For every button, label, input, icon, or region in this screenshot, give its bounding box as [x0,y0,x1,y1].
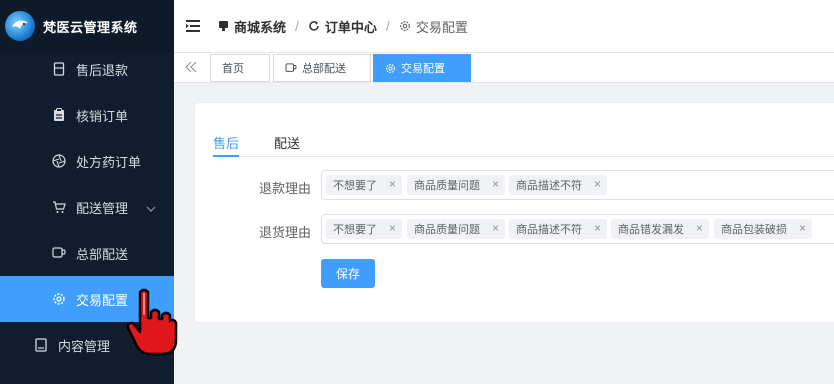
tag-text: 不想要了 [333,224,377,236]
tag-text: 商品描述不符 [516,180,582,192]
tag-text: 商品错发漏发 [618,224,684,236]
sidebar-item-label: 配送管理 [76,200,129,216]
return-reason-tag: 不想要了 × [326,219,402,239]
shop-icon [218,20,229,32]
tag-transaction-config[interactable]: 交易配置 [373,54,471,82]
menu-fold-icon[interactable] [186,20,200,32]
tab-divider [213,156,834,157]
close-icon[interactable]: × [389,177,396,191]
breadcrumb-label: 交易配置 [415,19,468,35]
refund-reason-tag: 商品质量问题 × [407,175,505,195]
double-chevron-left-icon[interactable] [184,59,198,75]
close-icon[interactable]: × [799,221,806,235]
tag-text: 商品质量问题 [414,180,480,192]
cup-icon [285,63,297,73]
tag-text: 商品包装破损 [721,224,787,236]
close-icon[interactable]: × [594,177,601,191]
logo: 梵医云管理系统 [0,0,174,52]
breadcrumb-item-shop-system[interactable]: 商城系统 [218,17,286,36]
tag-label: 交易配置 [401,63,445,75]
tag-text: 商品描述不符 [516,224,582,236]
return-reason-label: 退货理由 [259,225,312,240]
hand-pointer-icon [126,288,178,356]
breadcrumb-label: 订单中心 [324,19,377,35]
sidebar-item-after-sales-refund[interactable]: 售后退款 [0,46,174,92]
close-icon[interactable]: × [594,221,601,235]
sidebar-item-label: 总部配送 [76,246,129,262]
app-title: 梵医云管理系统 [43,19,138,35]
tag-hq-delivery[interactable]: 总部配送 [273,54,371,82]
breadcrumb-separator: / [295,18,299,34]
breadcrumb-item-order-center[interactable]: 订单中心 [308,17,377,36]
tag-home[interactable]: 首页 [210,54,270,82]
tab-after-sales[interactable]: 售后 [213,133,239,152]
sidebar-item-label: 处方药订单 [76,154,142,170]
refund-reason-tag: 不想要了 × [326,175,402,195]
aperture-icon [52,154,66,168]
tags-view: 首页 总部配送 交易配置 [174,53,834,83]
sidebar-item-label: 交易配置 [76,292,129,308]
close-icon[interactable]: × [696,221,703,235]
save-button[interactable]: 保存 [321,259,375,288]
breadcrumb-label: 商城系统 [234,19,287,35]
return-reason-tag: 商品包装破损 × [714,219,812,239]
chevron-down-icon [146,201,156,216]
gear-icon [399,20,411,32]
refresh-icon [308,20,320,32]
config-card: 售后 配送 退款理由 不想要了 × 商品质量问题 × 商品描述不符 × 退货理由 不想… [194,102,834,323]
return-reason-tag: 商品错发漏发 × [611,219,709,239]
gear-icon [385,63,396,74]
return-reason-select[interactable]: 不想要了 × 商品质量问题 × 商品描述不符 × 商品错发漏发 × 商品包装破损 × [321,214,834,244]
sidebar-item-delivery-management[interactable]: 配送管理 [0,184,174,230]
cup-icon [52,246,66,260]
sidebar-item-label: 售后退款 [76,62,129,78]
return-reason-tag: 商品质量问题 × [407,219,505,239]
top-header: 商城系统 / 订单中心 / 交易配置 [174,0,834,53]
tab-active-indicator [213,155,239,157]
breadcrumb-separator: / [385,18,390,34]
receipt-icon [52,62,66,76]
sidebar-item-label: 核销订单 [76,108,129,124]
tag-label: 总部配送 [302,63,346,75]
sidebar-item-hq-delivery[interactable]: 总部配送 [0,230,174,276]
clipboard-icon [52,108,66,122]
tab-delivery[interactable]: 配送 [274,133,300,152]
sidebar-item-verify-orders[interactable]: 核销订单 [0,92,174,138]
breadcrumb-item-transaction-config: 交易配置 [399,17,468,36]
close-icon[interactable]: × [389,221,396,235]
sidebar-item-label: 内容管理 [58,338,111,354]
refund-reason-select[interactable]: 不想要了 × 商品质量问题 × 商品描述不符 × [321,170,834,200]
close-icon[interactable]: × [492,177,499,191]
close-icon[interactable]: × [492,221,499,235]
refund-reason-tag: 商品描述不符 × [509,175,607,195]
return-reason-tag: 商品描述不符 × [509,219,607,239]
refund-reason-label: 退款理由 [259,181,312,196]
tag-label: 首页 [222,63,244,75]
sidebar-item-prescription-orders[interactable]: 处方药订单 [0,138,174,184]
logo-icon [5,11,35,41]
gear-icon [52,292,66,306]
tag-text: 商品质量问题 [414,224,480,236]
cart-icon [52,200,66,214]
tag-text: 不想要了 [333,180,377,192]
book-icon [34,338,48,352]
